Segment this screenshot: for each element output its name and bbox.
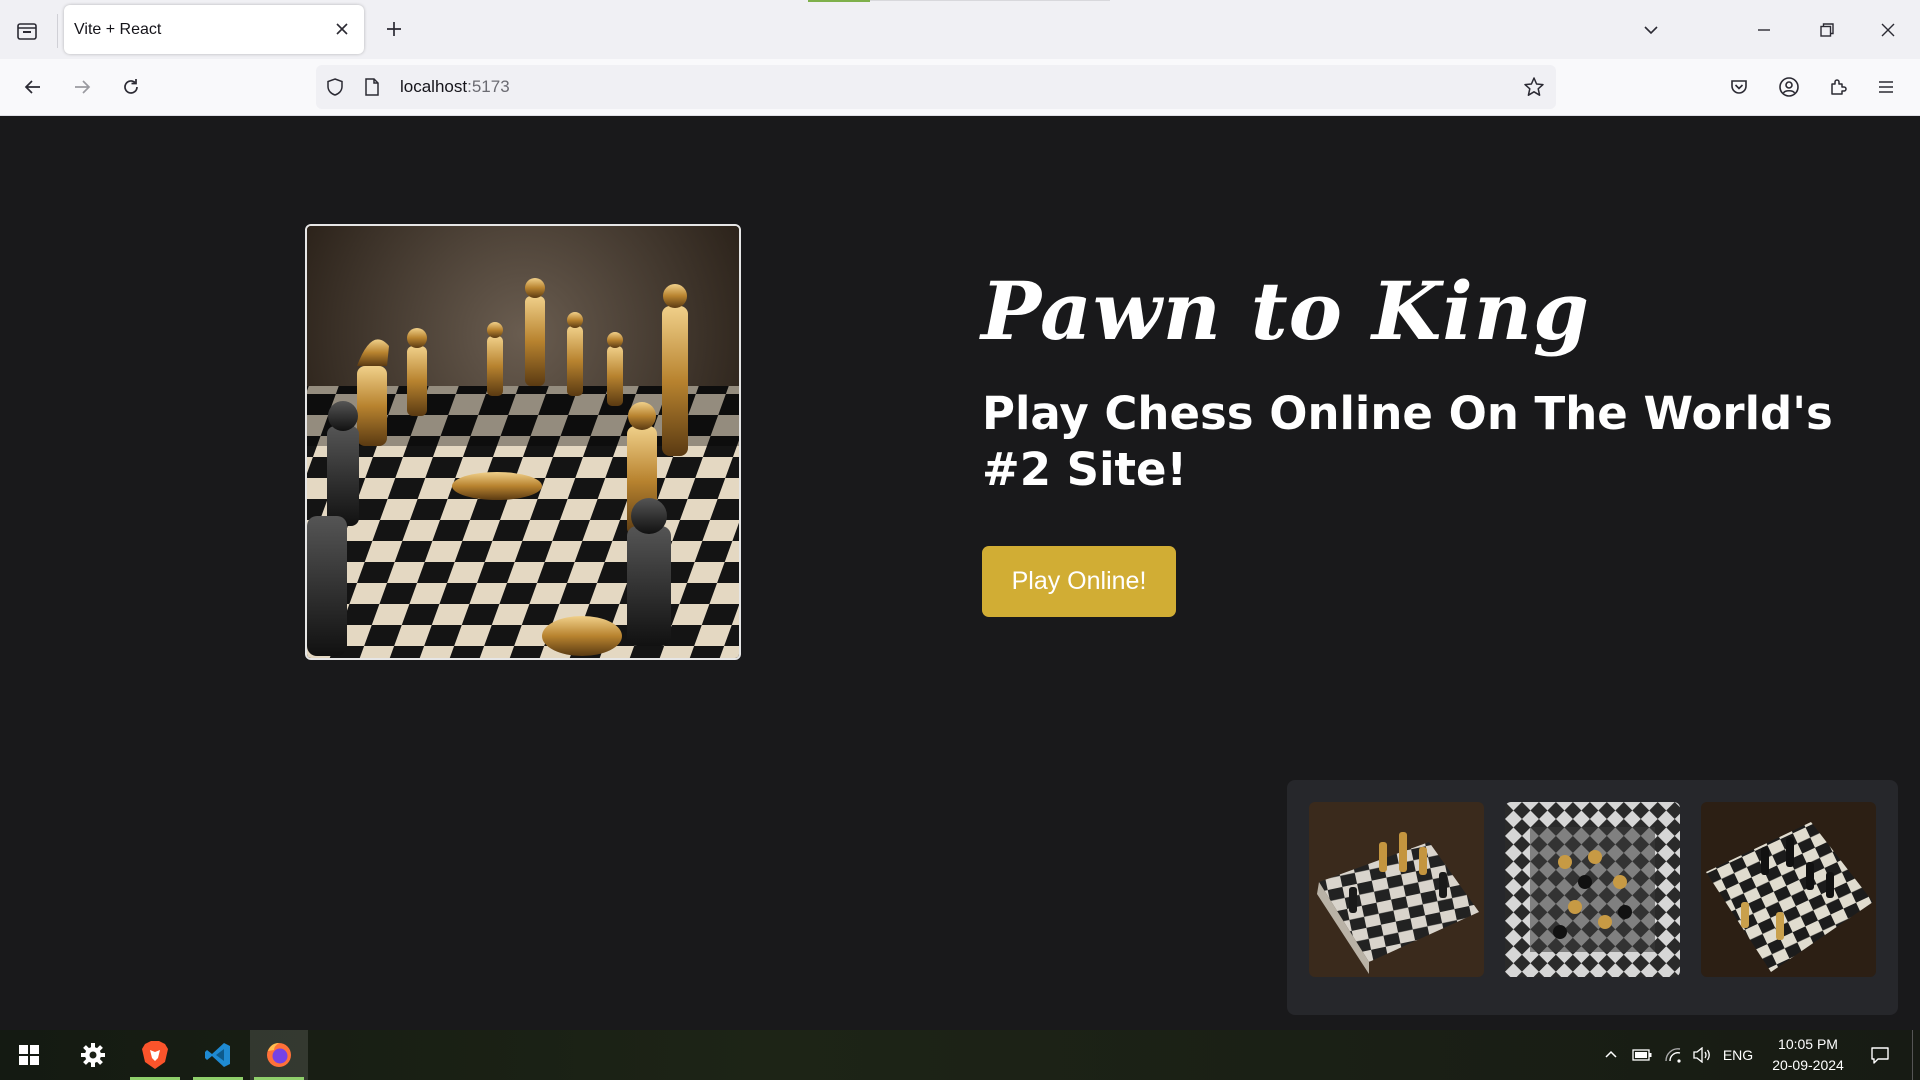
vscode-icon[interactable] xyxy=(189,1030,247,1080)
minimize-icon[interactable] xyxy=(1746,12,1782,48)
restore-icon[interactable] xyxy=(1809,12,1845,48)
volume-icon[interactable] xyxy=(1688,1030,1716,1080)
play-online-button[interactable]: Play Online! xyxy=(982,546,1176,617)
brave-browser-icon[interactable] xyxy=(126,1030,184,1080)
back-arrow-icon[interactable] xyxy=(15,69,51,105)
list-all-tabs-chevron-icon[interactable] xyxy=(1633,12,1669,48)
language-label: ENG xyxy=(1722,1047,1754,1063)
shield-icon[interactable] xyxy=(323,75,347,99)
browser-tab[interactable]: Vite + React xyxy=(64,5,364,54)
url-port: :5173 xyxy=(467,77,510,96)
forward-arrow-icon[interactable] xyxy=(64,69,100,105)
show-hidden-icons-chevron-icon[interactable] xyxy=(1598,1030,1624,1080)
close-window-icon[interactable] xyxy=(1870,12,1906,48)
url-host: localhost xyxy=(400,77,468,96)
gallery-image-3[interactable] xyxy=(1701,802,1876,977)
browser-tab-strip: Vite + React xyxy=(0,0,1920,59)
bookmark-star-icon[interactable] xyxy=(1522,75,1546,99)
page-load-indicator xyxy=(808,0,870,2)
menu-hamburger-icon[interactable] xyxy=(1868,69,1904,105)
account-icon[interactable] xyxy=(1771,69,1807,105)
network-wifi-icon[interactable] xyxy=(1660,1030,1686,1080)
notification-center-icon[interactable] xyxy=(1862,1030,1898,1080)
clock-date: 20-09-2024 xyxy=(1772,1057,1844,1073)
gallery-image-2[interactable] xyxy=(1505,802,1680,977)
windows-start-icon[interactable] xyxy=(0,1030,58,1080)
gallery-image-1[interactable] xyxy=(1309,802,1484,977)
tab-title: Vite + React xyxy=(74,20,162,38)
taskbar-clock[interactable]: 10:05 PM 20-09-2024 xyxy=(1756,1034,1860,1076)
brand-title: Pawn to King xyxy=(981,264,1590,358)
battery-icon[interactable] xyxy=(1628,1030,1656,1080)
windows-taskbar: ENG 10:05 PM 20-09-2024 xyxy=(0,1030,1920,1080)
board-gallery xyxy=(1287,780,1898,1015)
browser-navigation-bar: localhost:5173 xyxy=(0,59,1920,116)
extensions-puzzle-icon[interactable] xyxy=(1820,69,1856,105)
firefox-icon[interactable] xyxy=(250,1030,308,1080)
language-indicator[interactable]: ENG xyxy=(1720,1030,1756,1080)
chess-board-hero-image xyxy=(305,224,741,660)
reload-icon[interactable] xyxy=(113,69,149,105)
firefox-view-icon[interactable] xyxy=(10,14,44,48)
new-tab-icon[interactable] xyxy=(378,13,410,45)
page-info-icon[interactable] xyxy=(360,75,384,99)
page-content: Pawn to King Play Chess Online On The Wo… xyxy=(0,116,1920,1030)
settings-gear-icon[interactable] xyxy=(64,1030,122,1080)
url-text[interactable]: localhost:5173 xyxy=(400,77,510,97)
pocket-icon[interactable] xyxy=(1721,69,1757,105)
address-bar[interactable]: localhost:5173 xyxy=(316,65,1556,109)
close-tab-icon[interactable] xyxy=(330,17,354,41)
headline: Play Chess Online On The World's #2 Site… xyxy=(982,387,1833,496)
clock-time: 10:05 PM xyxy=(1778,1036,1838,1052)
